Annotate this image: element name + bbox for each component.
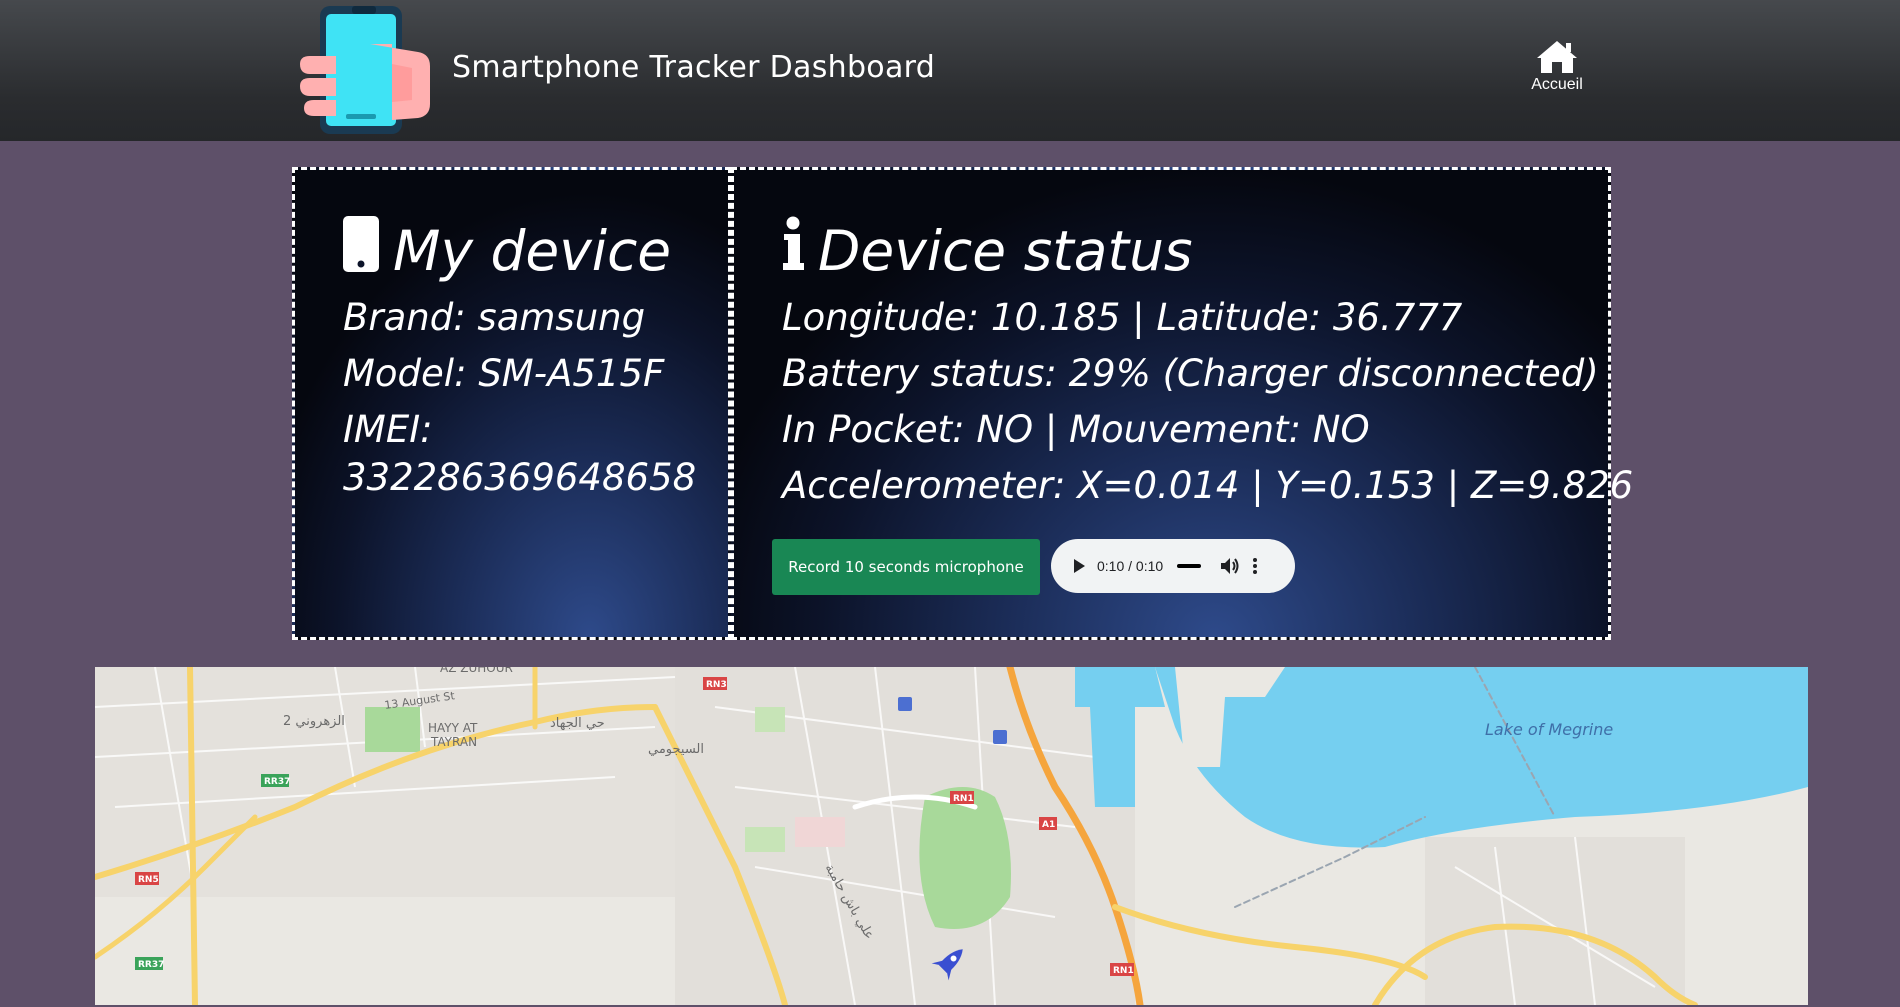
model-text: Model: SM-A515F xyxy=(343,352,665,395)
audio-player: 0:10 / 0:10 xyxy=(1051,539,1295,593)
map-label-lake: Lake of Megrine xyxy=(1485,720,1613,739)
device-status-panel: Device status Longitude: 10.185 | Latitu… xyxy=(731,167,1633,640)
my-device-title: My device xyxy=(393,218,672,283)
map-label-a1: A1 xyxy=(1042,820,1055,830)
map-label-az-zuhour: AZ ZUHOUR xyxy=(440,667,513,675)
map-label-rn1b: RN1 xyxy=(1113,966,1134,976)
brand-text: Brand: samsung xyxy=(343,296,646,339)
audio-time: 0:10 / 0:10 xyxy=(1097,558,1164,574)
map-label-rn3: RN3 xyxy=(706,680,727,690)
map-canvas: RR37 RR37 RN5 RN3 RN1 RN1 A1 AZ ZUHOUR 1… xyxy=(95,667,1808,1005)
imei-value: 332286369648658 xyxy=(343,456,697,499)
play-icon[interactable] xyxy=(1073,559,1085,573)
transit-icon xyxy=(993,730,1007,744)
home-link[interactable]: Accueil xyxy=(1522,40,1592,94)
map-label-zahrouni: الزهروني 2 xyxy=(283,714,345,729)
top-navbar: Smartphone Tracker Dashboard Accueil xyxy=(0,0,1900,141)
transit-icon xyxy=(898,697,912,711)
my-device-panel: My device Brand: samsung Model: SM-A515F… xyxy=(292,167,731,640)
accelerometer-text: Accelerometer: X=0.014 | Y=0.153 | Z=9.8… xyxy=(782,464,1634,507)
my-device-heading: My device xyxy=(343,216,671,285)
map-label-rn1a: RN1 xyxy=(953,794,974,804)
home-icon xyxy=(1537,41,1577,73)
mobile-phone-icon xyxy=(343,216,379,285)
imei-label: IMEI: xyxy=(343,408,433,451)
map-label-jehad: حي الجهاد xyxy=(550,716,605,731)
home-label: Accueil xyxy=(1531,76,1583,93)
device-status-heading: Device status xyxy=(782,216,1193,285)
volume-icon[interactable] xyxy=(1221,558,1239,574)
map-label-rn5: RN5 xyxy=(138,875,159,885)
smartphone-hand-logo-icon xyxy=(300,6,430,134)
app-title: Smartphone Tracker Dashboard xyxy=(452,50,936,85)
info-icon xyxy=(782,216,804,285)
map-label-sijoumi: السيجومي xyxy=(648,742,704,757)
device-status-title: Device status xyxy=(818,218,1193,283)
map-label-tayran: TAYRAN xyxy=(430,735,477,749)
audio-progress-bar[interactable] xyxy=(1177,564,1202,568)
location-text: Longitude: 10.185 | Latitude: 36.777 xyxy=(782,296,1463,339)
map-label-rr37a: RR37 xyxy=(264,777,290,787)
battery-text: Battery status: 29% (Charger disconnecte… xyxy=(782,352,1599,395)
record-microphone-button[interactable]: Record 10 seconds microphone xyxy=(772,539,1040,595)
map-label-rr37b: RR37 xyxy=(138,960,164,970)
more-options-icon[interactable] xyxy=(1253,558,1258,574)
motion-text: In Pocket: NO | Mouvement: NO xyxy=(782,408,1370,451)
location-map[interactable]: RR37 RR37 RN5 RN3 RN1 RN1 A1 AZ ZUHOUR 1… xyxy=(95,667,1808,1005)
map-label-hayy-at: HAYY AT xyxy=(428,721,478,735)
